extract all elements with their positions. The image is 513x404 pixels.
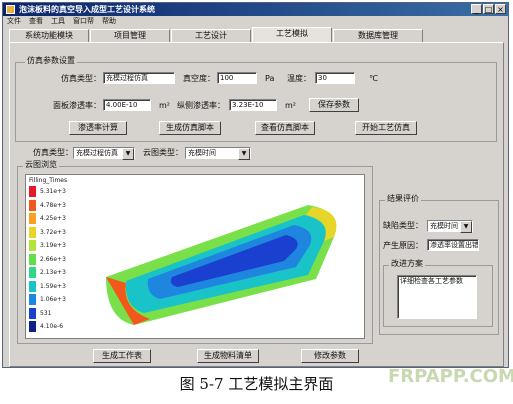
legend-entry: 531 [29, 307, 51, 320]
legend-swatch [29, 253, 36, 265]
maximize-button[interactable]: □ [483, 4, 494, 14]
legend-value: 3.19e+3 [40, 242, 66, 249]
cause-label: 产生原因： [383, 241, 423, 250]
chevron-down-icon[interactable]: ▼ [122, 148, 134, 160]
defect-type-select[interactable]: 充模时间 ▼ [427, 220, 473, 233]
tab-process-design[interactable]: 工艺设计 [171, 29, 251, 42]
improve-group-label: 改进方案 [389, 259, 425, 269]
chevron-down-icon[interactable]: ▼ [238, 148, 250, 160]
tab-system-modules[interactable]: 系统功能模块 [9, 29, 89, 42]
tab-database-management[interactable]: 数据库管理 [333, 29, 423, 42]
cause-field[interactable]: 渗透率设置出错 [427, 239, 479, 251]
tab-project-management[interactable]: 项目管理 [90, 29, 170, 42]
legend-value: 4.25e+3 [40, 215, 66, 222]
chevron-down-icon[interactable]: ▼ [460, 221, 472, 233]
legend-entry: 4.78e+3 [29, 199, 66, 212]
temperature-field[interactable]: 30 [315, 72, 355, 84]
legend-swatch [29, 294, 36, 305]
legend-entry: 3.19e+3 [29, 239, 66, 252]
results-group-label: 结果评价 [385, 194, 421, 204]
sim-type-select[interactable]: 充模过程仿真 ▼ [73, 147, 135, 160]
legend-entry: 2.66e+3 [29, 253, 66, 266]
cloud-type-select[interactable]: 充模时间 ▼ [185, 147, 251, 160]
cloud-type-select-value: 充模时间 [188, 149, 216, 157]
legend-entry: 2.13e+3 [29, 266, 66, 279]
legend-entry: 4.10e-6 [29, 320, 63, 333]
legend-entry: 4.25e+3 [29, 212, 66, 225]
generate-script-button[interactable]: 生成仿真脚本 [159, 121, 221, 135]
improve-textarea[interactable]: 详细检查各工艺参数 [397, 275, 477, 319]
legend-value: 4.10e-6 [40, 323, 64, 330]
legend-value: 1.06e+3 [40, 296, 66, 303]
selector-sim-type-label: 仿真类型： [33, 148, 73, 157]
legend-entry: 5.31e+3 [29, 185, 66, 198]
sim-type-select-value: 充模过程仿真 [76, 149, 118, 157]
side-perm-unit: m² [285, 101, 296, 110]
menu-tools[interactable]: 工具 [51, 16, 65, 27]
legend-entry: 1.06e+3 [29, 293, 66, 306]
vacuum-label: 真空度： [183, 74, 215, 83]
filling-time-contour [106, 205, 337, 325]
face-perm-field[interactable]: 4.00E-10 [103, 99, 151, 111]
legend-value: 2.66e+3 [40, 255, 66, 263]
tab-strip: 系统功能模块 项目管理 工艺设计 工艺模拟 数据库管理 [9, 27, 424, 42]
cloud-type-label: 云图类型： [143, 148, 183, 157]
legend-value: 3.72e+3 [40, 228, 66, 236]
vacuum-unit: Pa [265, 74, 275, 83]
app-icon [6, 5, 15, 14]
app-window: 泡沫板料的真空导入成型工艺设计系统 _ □ × 文件 查看 工具 窗口帮 帮助 … [2, 2, 509, 368]
title-bar[interactable]: 泡沫板料的真空导入成型工艺设计系统 [3, 3, 508, 16]
side-perm-label: 纵侧渗透率： [177, 101, 225, 110]
minimize-button[interactable]: _ [471, 4, 482, 14]
vacuum-field[interactable]: 100 [217, 72, 257, 84]
defect-type-select-value: 充模时间 [430, 222, 458, 230]
legend-entry: 3.72e+3 [29, 226, 66, 239]
legend-swatch [29, 267, 36, 278]
legend-value: 2.13e+3 [40, 269, 66, 276]
legend-title: Filling_Times [29, 177, 68, 184]
sim-type-label: 仿真类型： [61, 74, 101, 83]
legend-entry: 1.59e+3 [29, 280, 66, 293]
view-script-button[interactable]: 查看仿真脚本 [255, 121, 315, 135]
legend-swatch [29, 213, 36, 224]
legend-swatch [29, 186, 36, 197]
sim-type-field[interactable]: 充模过程仿真 [103, 72, 175, 84]
contour-viewer[interactable]: Filling_Times 5.31e+3 4.78e+3 4.25e+3 3.72e… [25, 174, 365, 339]
temperature-label: 温度： [287, 74, 311, 83]
watermark: FRPAPP.COM [388, 366, 513, 387]
face-perm-label: 面板渗透率： [53, 101, 101, 110]
legend-value: 4.78e+3 [40, 201, 66, 209]
cloud-view-group-label: 云图浏览 [23, 160, 59, 170]
generate-worksheet-button[interactable]: 生成工作表 [93, 349, 151, 363]
face-perm-unit: m² [159, 101, 170, 110]
color-legend: 5.31e+3 4.78e+3 4.25e+3 3.72e+3 3.19e+3 2.66e… [26, 185, 86, 335]
save-params-button[interactable]: 保存参数 [309, 98, 359, 112]
start-simulation-button[interactable]: 开始工艺仿真 [355, 121, 417, 135]
tab-process-simulation[interactable]: 工艺模拟 [252, 27, 332, 42]
legend-swatch [29, 199, 36, 211]
legend-value: 5.31e+3 [40, 188, 66, 195]
close-button[interactable]: × [495, 4, 506, 14]
menu-view[interactable]: 查看 [29, 16, 43, 27]
menu-bar: 文件 查看 工具 窗口帮 帮助 [3, 16, 508, 27]
legend-value: 531 [40, 309, 52, 317]
legend-swatch [29, 321, 36, 332]
menu-window[interactable]: 窗口帮 [73, 16, 94, 27]
calc-permeability-button[interactable]: 渗透率计算 [69, 121, 127, 135]
sim-params-group-label: 仿真参数设置 [25, 56, 77, 66]
side-perm-field[interactable]: 3.23E-10 [229, 99, 277, 111]
menu-help[interactable]: 帮助 [102, 16, 116, 27]
menu-file[interactable]: 文件 [7, 16, 21, 27]
legend-value: 1.59e+3 [40, 282, 66, 290]
defect-type-label: 缺陷类型： [383, 221, 423, 230]
modify-params-button[interactable]: 修改参数 [301, 349, 359, 363]
legend-swatch [29, 226, 36, 238]
legend-swatch [29, 240, 36, 251]
legend-swatch [29, 280, 36, 292]
temperature-unit: ℃ [369, 74, 378, 83]
window-title: 泡沫板料的真空导入成型工艺设计系统 [19, 5, 155, 14]
generate-material-list-button[interactable]: 生成物料清单 [197, 349, 259, 363]
legend-swatch [29, 307, 36, 319]
